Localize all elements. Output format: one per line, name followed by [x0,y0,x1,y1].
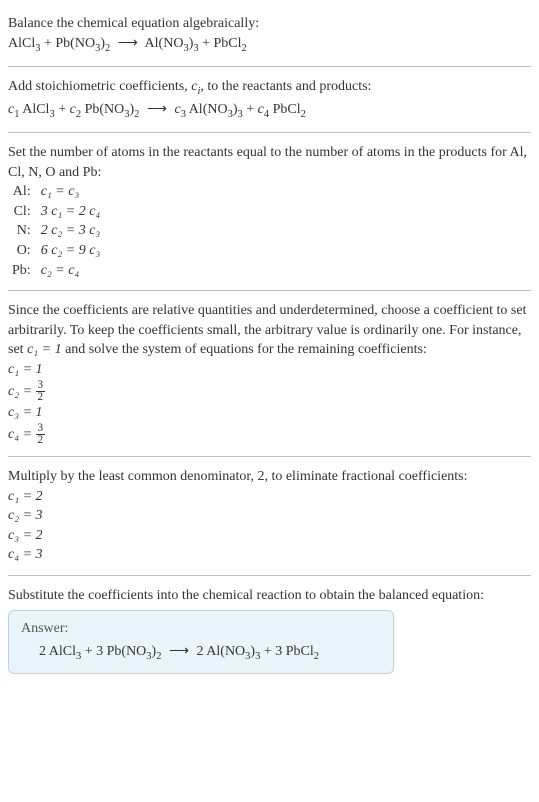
el-label: Pb: [8,261,37,281]
sub: 3 [76,651,81,662]
frac-num: 3 [36,423,46,435]
el-eq: 3 c₁ = 2 c₄ [37,202,105,222]
el-label: Cl: [8,202,37,222]
sub: 3 [193,42,198,53]
frac-num: 3 [36,380,46,392]
plus: + [85,644,96,659]
el-label: O: [8,241,37,261]
add-coeff-text: Add stoichiometric coefficients, ci, to … [8,77,531,99]
divider [8,132,531,133]
balance-text: Balance the chemical equation algebraica… [8,14,531,34]
sub: 2 [134,108,139,119]
p1a: Al(NO [206,644,245,659]
sub: 3 [255,651,260,662]
el-label: N: [8,221,37,241]
c2s: 2 [76,108,81,119]
p2: PbCl [286,644,314,659]
table-row: O:6 c₂ = 9 c₃ [8,241,104,261]
sub: 3 [238,108,243,119]
arrow-icon: ⟶ [114,36,142,51]
equation-with-c: c1 AlCl3 + c2 Pb(NO3)2 ⟶ c3 Al(NO3)3 + c… [8,100,531,122]
plus: + [264,644,275,659]
equation-plain: AlCl3 + Pb(NO3)2 ⟶ Al(NO3)3 + PbCl2 [8,34,531,56]
c1s: 1 [14,108,19,119]
set-atoms-text: Set the number of atoms in the reactants… [8,143,531,182]
table-row: N:2 c₂ = 3 c₃ [8,221,104,241]
c3s: 3 [181,108,186,119]
r2a: Pb(NO [85,102,125,117]
r2a: Pb(NO [107,644,147,659]
sub: 2 [314,651,319,662]
el-eq: 2 c₂ = 3 c₃ [37,221,105,241]
coef: 2 [39,644,49,659]
plus: + [58,102,69,117]
text-b: , to the reactants and products: [200,79,371,94]
plus: + [202,36,213,51]
sub: 3 [49,108,54,119]
sub: 2 [242,42,247,53]
el-eq: c₁ = c₃ [37,182,105,202]
frac-den: 2 [36,435,46,446]
coef: 3 [275,644,286,659]
c4s: 4 [264,108,269,119]
divider [8,456,531,457]
section-balance: Balance the chemical equation algebraica… [8,8,531,62]
table-row: Cl:3 c₁ = 2 c₄ [8,202,104,222]
lhs: c₄ = [8,427,36,442]
reactant-2a: Pb(NO [55,36,95,51]
result-line: c₃ = 1 [8,403,531,423]
text-a: Add stoichiometric coefficients, [8,79,191,94]
plus: + [44,36,55,51]
sub: 3 [35,42,40,53]
result-line: c₁ = 2 [8,487,531,507]
divider [8,290,531,291]
arrow-icon: ⟶ [165,644,193,659]
fraction: 32 [36,380,46,403]
r1: AlCl [49,644,76,659]
section-multiply: Multiply by the least common denominator… [8,461,531,571]
p1a: Al(NO [189,102,228,117]
answer-equation: 2 AlCl3 + 3 Pb(NO3)2 ⟶ 2 Al(NO3)3 + 3 Pb… [21,642,381,664]
result-line: c₃ = 2 [8,526,531,546]
sub: 2 [301,108,306,119]
atom-equations-table: Al:c₁ = c₃ Cl:3 c₁ = 2 c₄ N:2 c₂ = 3 c₃ … [8,182,104,280]
substitute-text: Substitute the coefficients into the che… [8,586,531,606]
p2: PbCl [273,102,301,117]
divider [8,66,531,67]
reactant-1: AlCl [8,36,35,51]
arrow-icon: ⟶ [143,102,171,117]
text-b: and solve the system of equations for th… [62,342,427,357]
divider [8,575,531,576]
coef: 2 [197,644,207,659]
section-add-coeff: Add stoichiometric coefficients, ci, to … [8,71,531,128]
product-2: PbCl [214,36,242,51]
product-1a: Al(NO [145,36,184,51]
result-line: c₂ = 3 [8,506,531,526]
result-line: c₄ = 3 [8,545,531,565]
result-line: c₄ = 32 [8,423,531,446]
el-label: Al: [8,182,37,202]
set-c1: c₁ = 1 [27,342,62,357]
section-substitute: Substitute the coefficients into the che… [8,580,531,680]
section-since: Since the coefficients are relative quan… [8,295,531,452]
r1: AlCl [22,102,49,117]
fraction: 32 [36,423,46,446]
since-text: Since the coefficients are relative quan… [8,301,531,360]
table-row: Al:c₁ = c₃ [8,182,104,202]
frac-den: 2 [36,392,46,403]
table-row: Pb:c₂ = c₄ [8,261,104,281]
coef: 3 [96,644,107,659]
lhs: c₂ = [8,384,36,399]
el-eq: c₂ = c₄ [37,261,105,281]
result-line: c₁ = 1 [8,360,531,380]
answer-box: Answer: 2 AlCl3 + 3 Pb(NO3)2 ⟶ 2 Al(NO3)… [8,610,394,674]
plus: + [246,102,257,117]
answer-title: Answer: [21,619,381,639]
section-atoms: Set the number of atoms in the reactants… [8,137,531,286]
sub: 2 [156,651,161,662]
sub: 2 [105,42,110,53]
multiply-text: Multiply by the least common denominator… [8,467,531,487]
result-line: c₂ = 32 [8,380,531,403]
el-eq: 6 c₂ = 9 c₃ [37,241,105,261]
